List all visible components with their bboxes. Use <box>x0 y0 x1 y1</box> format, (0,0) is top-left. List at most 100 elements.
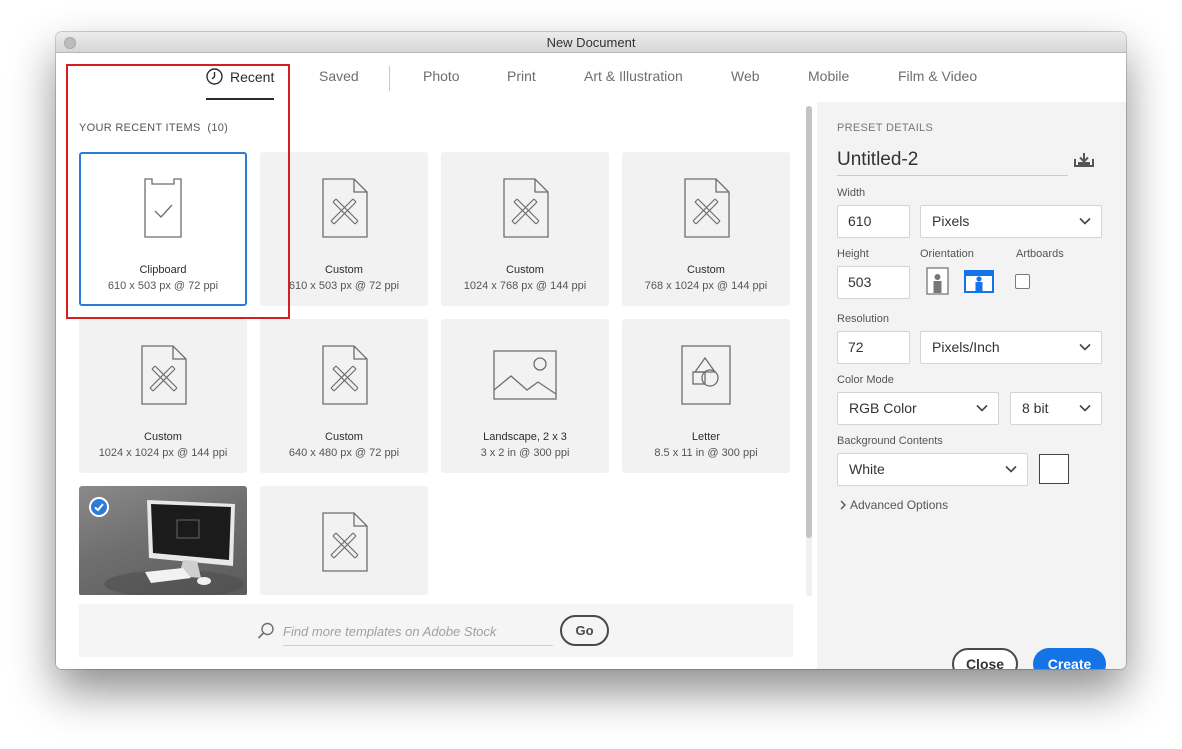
color-mode-value: RGB Color <box>849 400 917 416</box>
search-icon <box>257 622 274 639</box>
selected-check-icon <box>89 497 109 517</box>
resolution-unit-select[interactable]: Pixels/Inch <box>920 331 1102 364</box>
create-button[interactable]: Create <box>1033 648 1106 669</box>
preset-name: Clipboard <box>139 264 187 276</box>
tab-saved[interactable]: Saved <box>319 68 359 101</box>
preset-name: Custom <box>325 264 363 276</box>
height-label: Height <box>837 248 869 260</box>
preset-details-heading: PRESET DETAILS <box>837 122 934 134</box>
custom-document-icon <box>684 178 730 238</box>
stock-search-input[interactable] <box>283 618 553 646</box>
chevron-right-icon <box>840 500 846 510</box>
preset-name: Custom <box>687 264 725 276</box>
preset-dims: 3 x 2 in @ 300 ppi <box>480 447 570 459</box>
recent-items-count: (10) <box>207 122 229 134</box>
artboards-checkbox[interactable] <box>1015 274 1030 289</box>
landscape-orientation-icon[interactable] <box>964 267 994 295</box>
width-input[interactable]: 610 <box>837 205 910 238</box>
preset-card-clipboard[interactable]: Clipboard 610 x 503 px @ 72 ppi <box>79 152 247 306</box>
tab-recent[interactable]: Recent <box>206 68 275 101</box>
width-label: Width <box>837 187 866 199</box>
stock-search-bar: Go <box>79 604 793 657</box>
title-bar: New Document <box>56 32 1126 53</box>
preset-card-custom[interactable]: Custom 1024 x 1024 px @ 144 ppi <box>79 319 247 473</box>
chevron-down-icon <box>1079 217 1091 225</box>
custom-document-icon <box>322 512 368 572</box>
orientation-label: Orientation <box>920 248 974 260</box>
tab-photo[interactable]: Photo <box>423 68 460 101</box>
color-mode-select[interactable]: RGB Color <box>837 392 999 425</box>
recent-items-heading: YOUR RECENT ITEMS (10) <box>79 122 228 134</box>
preset-dims: 1024 x 768 px @ 144 ppi <box>463 280 587 292</box>
preset-card-landscape[interactable]: Landscape, 2 x 3 3 x 2 in @ 300 ppi <box>441 319 609 473</box>
width-unit-value: Pixels <box>932 213 970 229</box>
preset-dims: 768 x 1024 px @ 144 ppi <box>644 280 768 292</box>
resolution-unit-value: Pixels/Inch <box>932 339 1000 355</box>
bit-depth-value: 8 bit <box>1022 400 1049 416</box>
background-contents-label: Background Contents <box>837 435 943 447</box>
recent-items-title: YOUR RECENT ITEMS <box>79 122 201 134</box>
preset-dims: 640 x 480 px @ 72 ppi <box>288 447 400 459</box>
portrait-orientation-icon[interactable] <box>924 267 951 295</box>
scrollbar-thumb[interactable] <box>806 106 812 538</box>
window-title: New Document <box>546 35 636 50</box>
custom-document-icon <box>503 178 549 238</box>
preset-name: Custom <box>506 264 544 276</box>
preset-dims: 610 x 503 px @ 72 ppi <box>107 280 219 292</box>
chevron-down-icon <box>1079 404 1091 412</box>
preset-card-custom[interactable]: Custom 610 x 503 px @ 72 ppi <box>260 152 428 306</box>
clock-icon <box>206 68 223 85</box>
preset-card-custom[interactable]: Custom 1024 x 768 px @ 144 ppi <box>441 152 609 306</box>
background-contents-select[interactable]: White <box>837 453 1028 486</box>
recent-items-scrollbar[interactable] <box>806 106 812 596</box>
artboards-label: Artboards <box>1016 248 1064 260</box>
preset-dims: 1024 x 1024 px @ 144 ppi <box>98 447 228 459</box>
height-input[interactable]: 503 <box>837 266 910 299</box>
tab-art-illustration[interactable]: Art & Illustration <box>584 68 683 101</box>
background-contents-value: White <box>849 461 885 477</box>
chevron-down-icon <box>1005 465 1017 473</box>
tab-web[interactable]: Web <box>731 68 760 101</box>
preset-dims: 610 x 503 px @ 72 ppi <box>288 280 400 292</box>
resolution-input[interactable]: 72 <box>837 331 910 364</box>
preset-details-panel: PRESET DETAILS Untitled-2 Width 610 Pixe… <box>817 102 1126 669</box>
preset-dims: 8.5 x 11 in @ 300 ppi <box>654 447 758 459</box>
window-close-dot[interactable] <box>64 37 76 49</box>
preset-name: Letter <box>691 431 721 443</box>
tab-mobile[interactable]: Mobile <box>808 68 849 101</box>
new-document-dialog: New Document Recent Saved Photo Print Ar… <box>56 32 1126 669</box>
preset-name-field[interactable]: Untitled-2 <box>837 146 1068 176</box>
custom-document-icon <box>141 345 187 405</box>
preset-card-custom[interactable]: Custom 768 x 1024 px @ 144 ppi <box>622 152 790 306</box>
background-color-swatch[interactable] <box>1039 454 1069 484</box>
preset-card-custom[interactable]: Custom 640 x 480 px @ 72 ppi <box>260 319 428 473</box>
tab-print[interactable]: Print <box>507 68 536 101</box>
bit-depth-select[interactable]: 8 bit <box>1010 392 1102 425</box>
letter-shapes-icon <box>681 345 731 405</box>
width-unit-select[interactable]: Pixels <box>920 205 1102 238</box>
preset-card-photo[interactable] <box>79 486 247 595</box>
preset-card-letter[interactable]: Letter 8.5 x 11 in @ 300 ppi <box>622 319 790 473</box>
custom-document-icon <box>322 178 368 238</box>
advanced-options-label: Advanced Options <box>850 498 949 512</box>
custom-document-icon <box>322 345 368 405</box>
landscape-image-icon <box>493 350 557 400</box>
tab-film-video[interactable]: Film & Video <box>898 68 977 101</box>
preset-card-custom[interactable] <box>260 486 428 595</box>
preset-name: Custom <box>144 431 182 443</box>
active-tab-underline <box>206 98 275 100</box>
chevron-down-icon <box>976 404 988 412</box>
category-tabs: Recent Saved Photo Print Art & Illustrat… <box>56 54 1126 102</box>
preset-name: Custom <box>325 431 363 443</box>
advanced-options-toggle[interactable]: Advanced Options <box>839 498 948 512</box>
clipboard-icon <box>144 178 182 238</box>
resolution-label: Resolution <box>837 313 889 325</box>
go-button[interactable]: Go <box>560 615 609 646</box>
chevron-down-icon <box>1079 343 1091 351</box>
color-mode-label: Color Mode <box>837 374 894 386</box>
recent-items-grid: Clipboard 610 x 503 px @ 72 ppi Custom 6… <box>79 152 791 595</box>
close-button[interactable]: Close <box>952 648 1018 669</box>
tab-recent-label: Recent <box>230 69 275 85</box>
tab-divider <box>389 66 390 91</box>
save-preset-icon[interactable] <box>1073 152 1095 168</box>
